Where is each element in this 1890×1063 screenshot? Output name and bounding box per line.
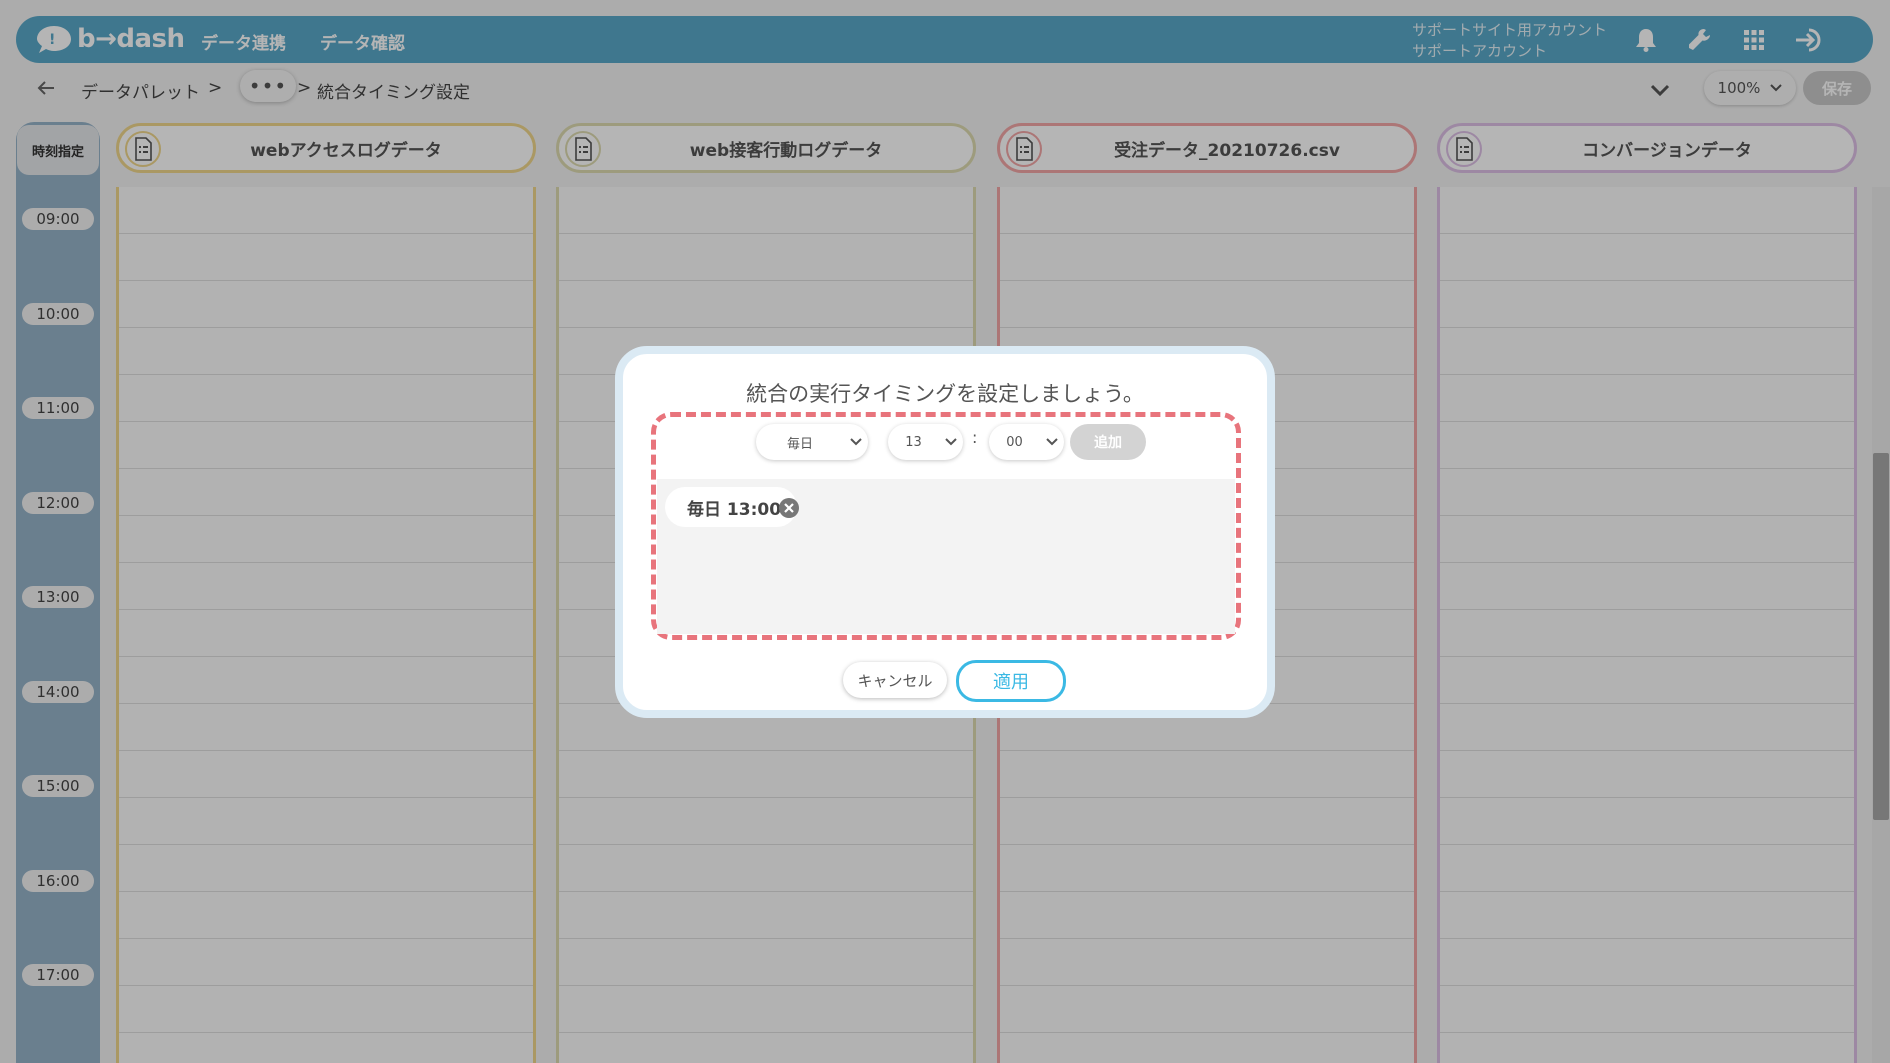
modal-title: 統合の実行タイミングを設定しましょう。 xyxy=(746,382,1144,406)
chevron-down-icon xyxy=(939,437,963,447)
time-colon: : xyxy=(972,428,978,447)
remove-chip-icon[interactable] xyxy=(778,497,800,519)
apply-button[interactable]: 適用 xyxy=(956,660,1066,702)
minute-select[interactable]: 00 xyxy=(989,424,1064,460)
frequency-select[interactable]: 毎日 xyxy=(756,424,868,460)
hour-value: 13 xyxy=(905,434,922,450)
timing-settings-modal: 統合の実行タイミングを設定しましょう。 毎日 13 : 00 追加 毎日 13:… xyxy=(615,346,1275,718)
cancel-button[interactable]: キャンセル xyxy=(843,662,947,698)
hour-select[interactable]: 13 xyxy=(888,424,963,460)
add-button[interactable]: 追加 xyxy=(1070,424,1146,460)
schedule-chip-label: 毎日 13:00 xyxy=(687,499,782,520)
chevron-down-icon xyxy=(844,437,868,447)
minute-value: 00 xyxy=(1006,434,1023,450)
chevron-down-icon xyxy=(1040,437,1064,447)
frequency-value: 毎日 xyxy=(786,436,813,452)
